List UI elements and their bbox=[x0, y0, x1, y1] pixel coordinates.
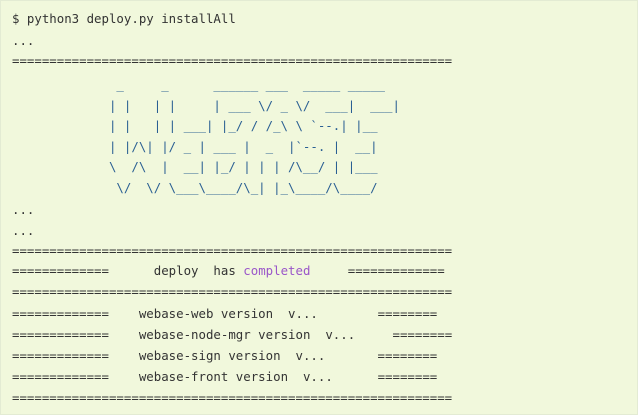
version-bar: ============= bbox=[12, 369, 109, 384]
version-gap bbox=[325, 348, 377, 363]
terminal-output: $ python3 deploy.py installAll ... =====… bbox=[0, 0, 638, 415]
version-line-node-mgr: ============= webase-node-mgr version v.… bbox=[12, 324, 452, 345]
banner-line: \ /\ | __| |_/ | | | /\__/ | |___ bbox=[12, 159, 378, 174]
version-gap bbox=[318, 306, 378, 321]
version-text: webase-web version v... bbox=[138, 306, 318, 321]
status-gap bbox=[310, 263, 347, 278]
version-line-web: ============= webase-web version v... ==… bbox=[12, 303, 437, 324]
version-tail: ======== bbox=[377, 369, 438, 384]
separator-line: ========================================… bbox=[12, 53, 453, 68]
banner-line: | |/\| |/ _ | ___ | _ |`--. | __| bbox=[12, 138, 378, 154]
status-completed: completed bbox=[243, 263, 311, 278]
version-bar: ============= bbox=[12, 348, 109, 363]
version-gap bbox=[109, 348, 139, 363]
version-text: webase-front version v... bbox=[138, 369, 333, 384]
version-gap bbox=[355, 327, 392, 342]
version-line-sign: ============= webase-sign version v... =… bbox=[12, 345, 437, 366]
version-tail: ======== bbox=[377, 348, 438, 363]
status-gap bbox=[109, 263, 154, 278]
version-tail: ======== bbox=[392, 327, 453, 342]
ascii-banner: _ _ ______ ___ _____ _____ | | | | | ___… bbox=[12, 75, 400, 198]
version-bar: ============= bbox=[12, 306, 109, 321]
version-text: webase-node-mgr version v... bbox=[138, 327, 356, 342]
version-gap bbox=[109, 327, 139, 342]
ellipsis-line: ... bbox=[12, 223, 35, 238]
ellipsis-line: ... bbox=[12, 202, 35, 217]
ellipsis-line: ... bbox=[12, 33, 35, 48]
version-gap bbox=[109, 369, 139, 384]
version-bar: ============= bbox=[12, 327, 109, 342]
command-line: $ python3 deploy.py installAll bbox=[12, 11, 236, 26]
version-gap bbox=[333, 369, 378, 384]
status-text: deploy has bbox=[153, 263, 244, 278]
version-text: webase-sign version v... bbox=[138, 348, 326, 363]
banner-line: \/ \/ \___\____/\_| |_\____/\____/ bbox=[12, 179, 378, 195]
banner-line: | | | | | ___ \/ _ \/ ___| ___| bbox=[12, 97, 400, 113]
separator-line: ========================================… bbox=[12, 390, 453, 405]
version-gap bbox=[109, 306, 139, 321]
banner-line: | | | | ___| |_/ / /_\ \ `--.| |__ bbox=[12, 118, 378, 133]
version-tail: ======== bbox=[377, 306, 438, 321]
deploy-status-line: ============= deploy has completed =====… bbox=[12, 260, 445, 281]
status-bar-right: ============= bbox=[347, 263, 445, 278]
version-line-front: ============= webase-front version v... … bbox=[12, 366, 437, 387]
banner-line: _ _ ______ ___ _____ _____ bbox=[12, 77, 385, 92]
separator-line: ========================================… bbox=[12, 243, 453, 258]
status-bar-left: ============= bbox=[12, 263, 109, 278]
separator-line: ========================================… bbox=[12, 284, 453, 299]
